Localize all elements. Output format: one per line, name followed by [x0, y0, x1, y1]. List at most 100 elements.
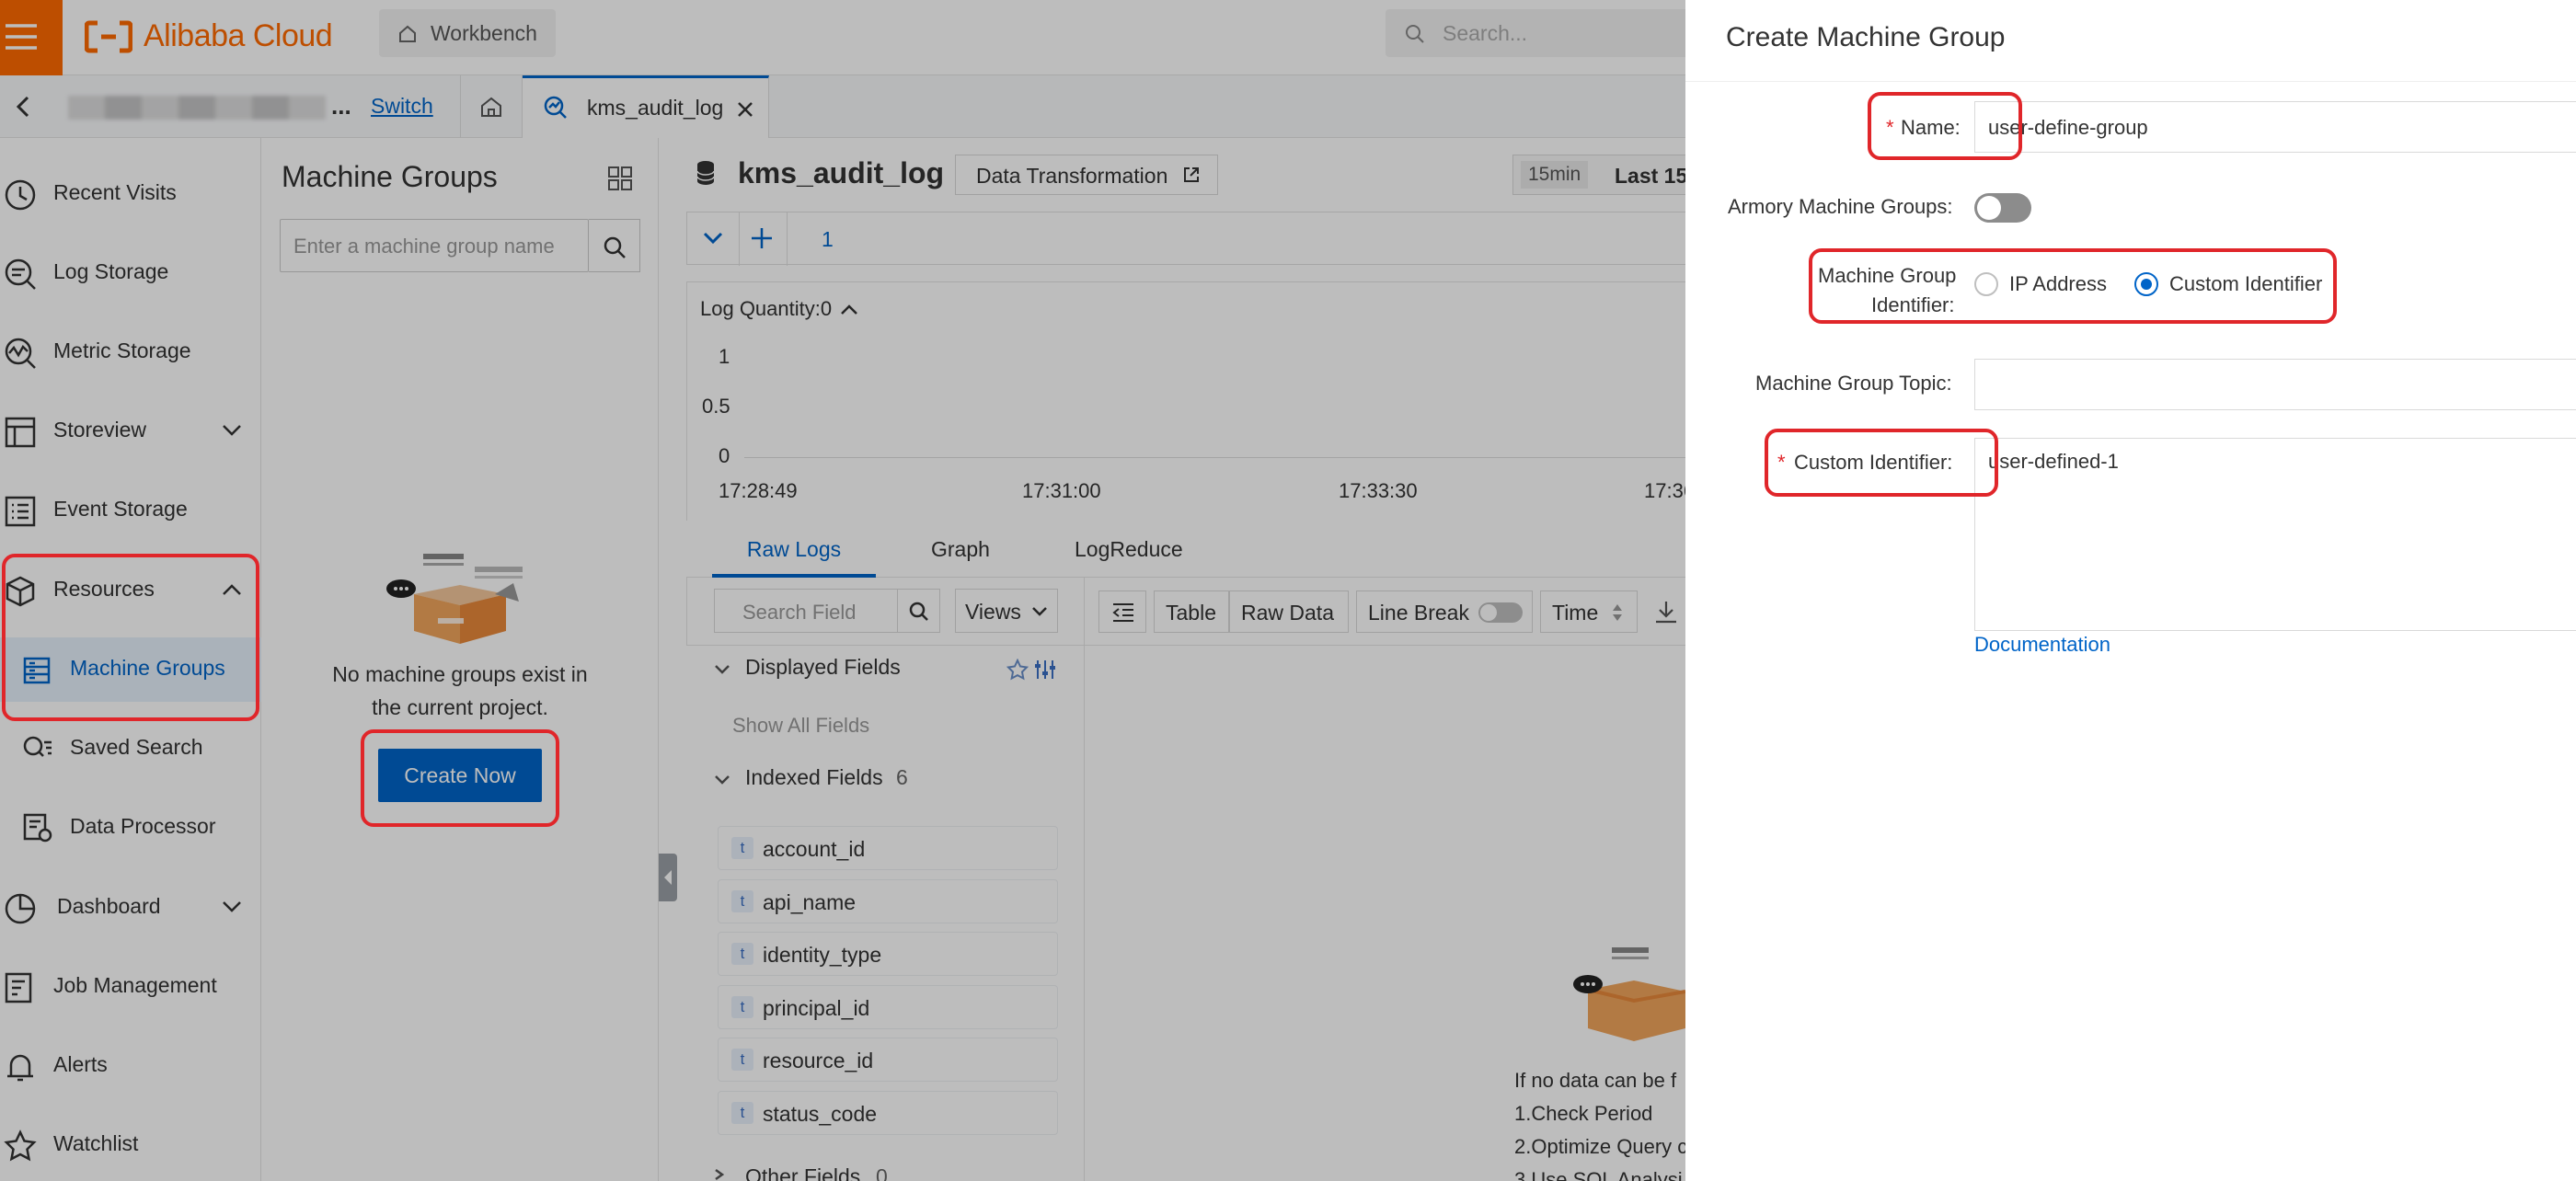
sidebar-item-recent-visits[interactable]: Recent Visits	[0, 162, 261, 226]
caret-down-icon[interactable]	[714, 774, 730, 785]
field-settings-icon[interactable]	[1034, 659, 1056, 681]
field-item-status-code[interactable]: t status_code	[718, 1091, 1058, 1135]
tab-logreduce[interactable]: LogReduce	[1075, 537, 1183, 562]
saved-search-icon	[22, 735, 53, 762]
time-sort-button[interactable]: Time	[1540, 590, 1638, 633]
field-type-badge: t	[731, 996, 753, 1018]
chevron-down-icon	[221, 900, 243, 914]
sidebar-item-label: Alerts	[53, 1052, 108, 1076]
armory-label: Armory Machine Groups:	[1728, 195, 1953, 218]
field-item-account-id[interactable]: t account_id	[718, 826, 1058, 870]
field-item-identity-type[interactable]: t identity_type	[718, 932, 1058, 976]
workbench-button[interactable]: Workbench	[379, 9, 556, 57]
download-icon[interactable]	[1654, 600, 1678, 624]
line-break-toggle[interactable]: Line Break	[1356, 590, 1533, 633]
menu-button[interactable]	[0, 0, 63, 75]
sidebar-item-alerts[interactable]: Alerts	[0, 1034, 261, 1098]
machine-group-search-input[interactable]: Enter a machine group name	[280, 219, 589, 272]
panel-collapse-handle[interactable]	[659, 854, 677, 901]
search-icon	[1404, 23, 1426, 45]
sidebar-item-storeview[interactable]: Storeview	[0, 399, 261, 464]
highlight-name	[1868, 92, 2022, 160]
query-editor[interactable]: 1	[686, 212, 1695, 266]
active-tab-label: kms_audit_log	[587, 96, 724, 120]
caret-right-icon[interactable]	[714, 1168, 725, 1181]
sidebar-item-label: Metric Storage	[53, 338, 191, 362]
y-tick-0: 0	[719, 444, 730, 467]
line-break-switch[interactable]	[1478, 602, 1523, 623]
sidebar-item-event-storage[interactable]: Event Storage	[0, 478, 261, 543]
no-data-hint: If no data can be f	[1514, 1069, 1677, 1092]
field-type-badge: t	[731, 943, 753, 965]
back-chevron-icon[interactable]	[11, 94, 37, 120]
no-data-tip-3: 3.Use SQL Analysi	[1514, 1168, 1683, 1181]
data-transformation-button[interactable]: Data Transformation	[955, 155, 1218, 195]
sidebar-item-saved-search[interactable]: Saved Search	[0, 717, 261, 781]
tab-bar: ... Switch kms_audit_log	[0, 75, 1685, 138]
tab-raw-logs[interactable]: Raw Logs	[712, 521, 876, 578]
close-tab-icon[interactable]	[736, 100, 754, 119]
field-search-button[interactable]	[898, 589, 940, 633]
chart-baseline	[744, 457, 1692, 458]
show-all-fields[interactable]: Show All Fields	[732, 714, 869, 738]
field-item-resource-id[interactable]: t resource_id	[718, 1038, 1058, 1082]
indexed-fields-count: 6	[896, 765, 908, 789]
collapse-fields-button[interactable]	[1098, 590, 1146, 633]
documentation-link[interactable]: Documentation	[1974, 633, 2110, 657]
sidebar-item-data-processor[interactable]: Data Processor	[0, 796, 261, 860]
sidebar-item-label: Dashboard	[57, 894, 161, 918]
x-tick: 17:31:00	[1022, 479, 1101, 502]
bell-icon	[4, 1050, 37, 1084]
grid-view-icon[interactable]	[607, 166, 633, 191]
topic-input[interactable]	[1974, 359, 2576, 410]
sidebar-item-label: Log Storage	[53, 259, 169, 283]
add-query-icon[interactable]	[750, 226, 774, 250]
table-label: Table	[1166, 601, 1216, 625]
chevron-up-icon[interactable]	[840, 303, 858, 315]
sidebar-item-label: Data Processor	[70, 814, 216, 838]
highlight-resources	[2, 554, 259, 721]
query-collapse-chevron-icon[interactable]	[702, 229, 724, 247]
table-view-button[interactable]: Table	[1154, 590, 1229, 633]
custom-identifier-textarea[interactable]: user-defined-1	[1974, 438, 2576, 631]
empty-box-illustration	[386, 548, 534, 649]
job-icon	[4, 971, 37, 1004]
time-range-picker[interactable]: 15min Last 15	[1512, 155, 1696, 195]
field-name: api_name	[763, 890, 857, 914]
external-link-icon	[1182, 166, 1201, 184]
y-tick-1: 1	[719, 345, 730, 368]
field-type-badge: t	[731, 1049, 753, 1071]
log-quantity-label[interactable]: Log Quantity:0	[700, 297, 832, 321]
sidebar-item-label: Job Management	[53, 973, 217, 997]
caret-down-icon[interactable]	[714, 664, 730, 675]
y-tick-0-5: 0.5	[702, 395, 730, 418]
highlight-create-now	[361, 729, 559, 827]
alibaba-logo-icon	[85, 20, 132, 53]
global-search[interactable]: Search...	[1386, 9, 1685, 57]
hamburger-icon	[4, 18, 40, 55]
search-icon	[602, 235, 627, 260]
sidebar-item-dashboard[interactable]: Dashboard	[0, 876, 261, 940]
sidebar-item-job-management[interactable]: Job Management	[0, 955, 261, 1019]
armory-toggle[interactable]	[1974, 193, 2031, 223]
star-icon[interactable]	[1006, 659, 1029, 681]
sidebar-item-metric-storage[interactable]: Metric Storage	[0, 320, 261, 384]
field-item-principal-id[interactable]: t principal_id	[718, 985, 1058, 1029]
sidebar-item-label: Saved Search	[70, 735, 203, 759]
home-tab[interactable]	[460, 75, 523, 138]
sidebar-item-log-storage[interactable]: Log Storage	[0, 241, 261, 305]
processor-icon	[22, 812, 53, 843]
tab-kms-audit-log[interactable]: kms_audit_log	[523, 75, 769, 138]
raw-data-button[interactable]: Raw Data	[1229, 590, 1349, 633]
field-item-api-name[interactable]: t api_name	[718, 879, 1058, 923]
machine-group-search-button[interactable]	[589, 219, 640, 272]
views-select[interactable]: Views	[955, 589, 1058, 633]
switch-link[interactable]: Switch	[371, 94, 433, 119]
sidebar-item-watchlist[interactable]: Watchlist	[0, 1113, 261, 1177]
tab-raw-logs-label: Raw Logs	[746, 537, 842, 561]
tab-graph[interactable]: Graph	[931, 537, 990, 562]
drawer-title: Create Machine Group	[1726, 22, 2006, 52]
field-search-input[interactable]: Search Field	[714, 589, 898, 633]
name-input[interactable]: user-define-group	[1974, 101, 2576, 153]
highlight-custom-identifier	[1765, 429, 1998, 497]
